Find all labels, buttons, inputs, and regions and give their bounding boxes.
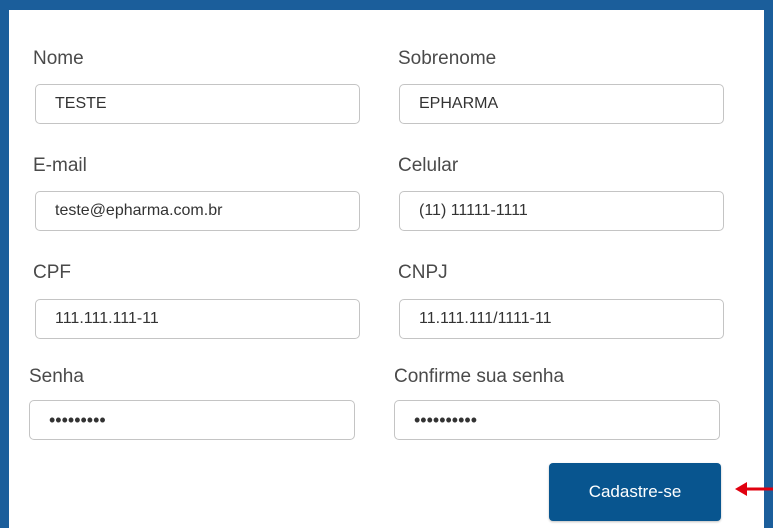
left-arrow-icon [735,482,773,496]
confirme-senha-input[interactable]: •••••••••• [394,400,720,440]
cpf-label: CPF [33,262,71,283]
cadastre-se-button[interactable]: Cadastre-se [549,463,721,521]
cnpj-label: CNPJ [398,262,448,283]
email-input[interactable]: teste@epharma.com.br [35,191,360,231]
celular-label: Celular [398,155,459,176]
sobrenome-input[interactable]: EPHARMA [399,84,724,124]
top-frame-strip [0,0,773,10]
sobrenome-label: Sobrenome [398,48,497,69]
confirme-senha-label: Confirme sua senha [394,366,565,387]
cnpj-input[interactable]: 11.111.111/1111-11 [399,299,724,339]
registration-form: Nome TESTE Sobrenome EPHARMA E-mail test… [9,10,764,528]
page: Nome TESTE Sobrenome EPHARMA E-mail test… [0,0,773,528]
senha-input[interactable]: ••••••••• [29,400,355,440]
nome-label: Nome [33,48,84,69]
cpf-input[interactable]: 111.111.111-11 [35,299,360,339]
senha-label: Senha [29,366,84,387]
celular-input[interactable]: (11) 11111-1111 [399,191,724,231]
email-label: E-mail [33,155,87,176]
nome-input[interactable]: TESTE [35,84,360,124]
